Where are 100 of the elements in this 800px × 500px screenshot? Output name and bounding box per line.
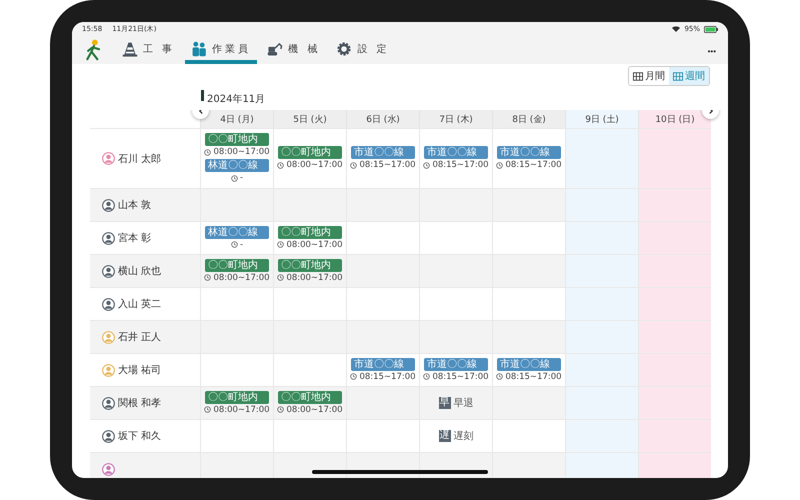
schedule-cell[interactable] xyxy=(638,452,711,478)
worker-name: 横山 欣也 xyxy=(118,264,162,278)
schedule-cell[interactable]: 〇〇町地内 08:00~17:00 林道〇〇線 - xyxy=(200,128,273,188)
clock-icon xyxy=(496,373,504,380)
schedule-cell[interactable]: 〇〇町地内 08:00~17:00 xyxy=(273,128,346,188)
schedule-cell[interactable]: 早 早退 xyxy=(419,386,492,419)
schedule-cell[interactable]: 市道〇〇線 08:15~17:00 xyxy=(492,353,565,386)
assignment-tag[interactable]: 〇〇町地内 xyxy=(205,390,269,404)
status-mark-icon: 早 xyxy=(438,397,450,409)
schedule-cell[interactable] xyxy=(565,254,638,287)
nav-tab[interactable]: 工 事 xyxy=(116,38,182,64)
day-header: 6日 (水) xyxy=(346,110,419,128)
schedule-cell[interactable]: 市道〇〇線 08:15~17:00 xyxy=(419,128,492,188)
more-menu-button[interactable]: ••• xyxy=(704,47,720,56)
schedule-cell[interactable] xyxy=(638,287,711,320)
work-time: 08:00~17:00 xyxy=(286,160,343,170)
grid-icon xyxy=(633,72,643,80)
day-header: 8日 (金) xyxy=(492,110,565,128)
schedule-cell[interactable]: 遅 遅刻 xyxy=(419,419,492,452)
nav-tab[interactable]: 機 械 xyxy=(261,38,326,64)
schedule-cell[interactable] xyxy=(638,320,711,353)
schedule-cell[interactable] xyxy=(638,254,711,287)
work-time: 08:00~17:00 xyxy=(286,404,343,414)
assignment-tag[interactable]: 〇〇町地内 xyxy=(278,226,342,238)
schedule-cell[interactable]: 林道〇〇線 - xyxy=(200,221,273,254)
schedule-cell[interactable] xyxy=(565,287,638,320)
schedule-cell[interactable]: 市道〇〇線 08:15~17:00 xyxy=(346,353,419,386)
schedule-cell[interactable] xyxy=(638,353,711,386)
grid-icon xyxy=(673,72,683,80)
assignment-tag[interactable]: 〇〇町地内 xyxy=(278,146,342,159)
day-header: 4日 (月) xyxy=(200,110,273,128)
schedule-cell[interactable]: 〇〇町地内 08:00~17:00 xyxy=(200,386,273,419)
schedule-cell[interactable] xyxy=(638,188,711,221)
work-time: - xyxy=(240,173,244,183)
schedule-cell[interactable]: 市道〇〇線 08:15~17:00 xyxy=(346,128,419,188)
schedule-cell[interactable] xyxy=(200,452,273,478)
day-header: 7日 (木) xyxy=(419,110,492,128)
month-label: 2024年11月 xyxy=(207,93,266,106)
cone-icon xyxy=(122,41,138,57)
clock-icon xyxy=(277,162,284,168)
schedule-cell[interactable] xyxy=(638,419,711,452)
clock-icon xyxy=(423,162,430,168)
status-mark-icon: 遅 xyxy=(438,430,450,442)
schedule-cell[interactable] xyxy=(565,188,638,221)
clock-icon xyxy=(277,274,284,281)
schedule-cell[interactable] xyxy=(565,419,638,452)
worker-name: 入山 英二 xyxy=(118,298,162,311)
clock-icon xyxy=(204,148,212,156)
assignment-tag[interactable]: 〇〇町地内 xyxy=(278,258,342,272)
work-time: 08:00~17:00 xyxy=(213,147,270,157)
work-time: 08:15~17:00 xyxy=(432,160,489,170)
schedule-cell[interactable] xyxy=(565,452,638,478)
assignment-tag[interactable]: 〇〇町地内 xyxy=(278,390,342,404)
day-header: 10日 (日) xyxy=(638,110,711,128)
clock-icon xyxy=(496,162,504,168)
nav-tab[interactable]: 作業員 xyxy=(185,38,258,64)
schedule-cell[interactable] xyxy=(638,128,711,188)
work-time: 08:00~17:00 xyxy=(286,240,343,250)
schedule-cell[interactable]: 〇〇町地内 08:00~17:00 xyxy=(273,221,346,254)
people-icon xyxy=(191,41,208,57)
clock-icon xyxy=(204,274,212,281)
clock-icon xyxy=(350,373,358,380)
schedule-cell[interactable] xyxy=(565,320,638,353)
work-time: 08:15~17:00 xyxy=(505,160,562,170)
work-time: 08:00~17:00 xyxy=(213,404,270,414)
schedule-cell[interactable] xyxy=(638,221,711,254)
schedule-cell[interactable]: 市道〇〇線 08:15~17:00 xyxy=(419,353,492,386)
worker-name: 大場 祐司 xyxy=(118,364,162,377)
schedule-cell[interactable] xyxy=(565,221,638,254)
schedule-cell[interactable] xyxy=(492,452,565,478)
assignment-tag[interactable]: 〇〇町地内 xyxy=(205,133,269,146)
schedule-cell[interactable]: 〇〇町地内 08:00~17:00 xyxy=(273,386,346,419)
worker-name: 石井 正人 xyxy=(118,330,162,344)
clock-icon xyxy=(230,241,238,248)
work-time: 08:15~17:00 xyxy=(359,372,416,382)
attendance-status: 早退 xyxy=(454,396,474,410)
schedule-cell[interactable] xyxy=(565,386,638,419)
schedule-cell[interactable] xyxy=(565,353,638,386)
clock-icon xyxy=(230,174,238,182)
clock-icon xyxy=(204,406,212,413)
schedule-cell[interactable] xyxy=(638,386,711,419)
work-time: - xyxy=(240,240,244,250)
schedule-cell[interactable]: 〇〇町地内 08:00~17:00 xyxy=(200,254,273,287)
schedule-cell[interactable] xyxy=(273,452,346,478)
schedule-cell[interactable]: 〇〇町地内 08:00~17:00 xyxy=(273,254,346,287)
nav-tab[interactable]: 設 定 xyxy=(330,38,396,64)
worker-name: 石川 太郎 xyxy=(118,152,162,166)
month-marker xyxy=(201,90,204,101)
clock-icon xyxy=(423,373,430,380)
work-time: 08:15~17:00 xyxy=(359,160,416,170)
view-toggle-button[interactable]: 週間 xyxy=(669,67,709,85)
clock-icon xyxy=(350,162,358,168)
wifi-icon xyxy=(672,26,680,32)
assignment-tag[interactable]: 〇〇町地内 xyxy=(205,258,269,272)
schedule-cell[interactable]: 市道〇〇線 08:15~17:00 xyxy=(492,128,565,188)
schedule-cell[interactable] xyxy=(565,128,638,188)
gear-icon xyxy=(336,41,352,57)
clock-icon xyxy=(277,241,284,248)
day-header: 9日 (土) xyxy=(565,110,638,128)
worker-name: 宮本 彰 xyxy=(118,232,152,245)
